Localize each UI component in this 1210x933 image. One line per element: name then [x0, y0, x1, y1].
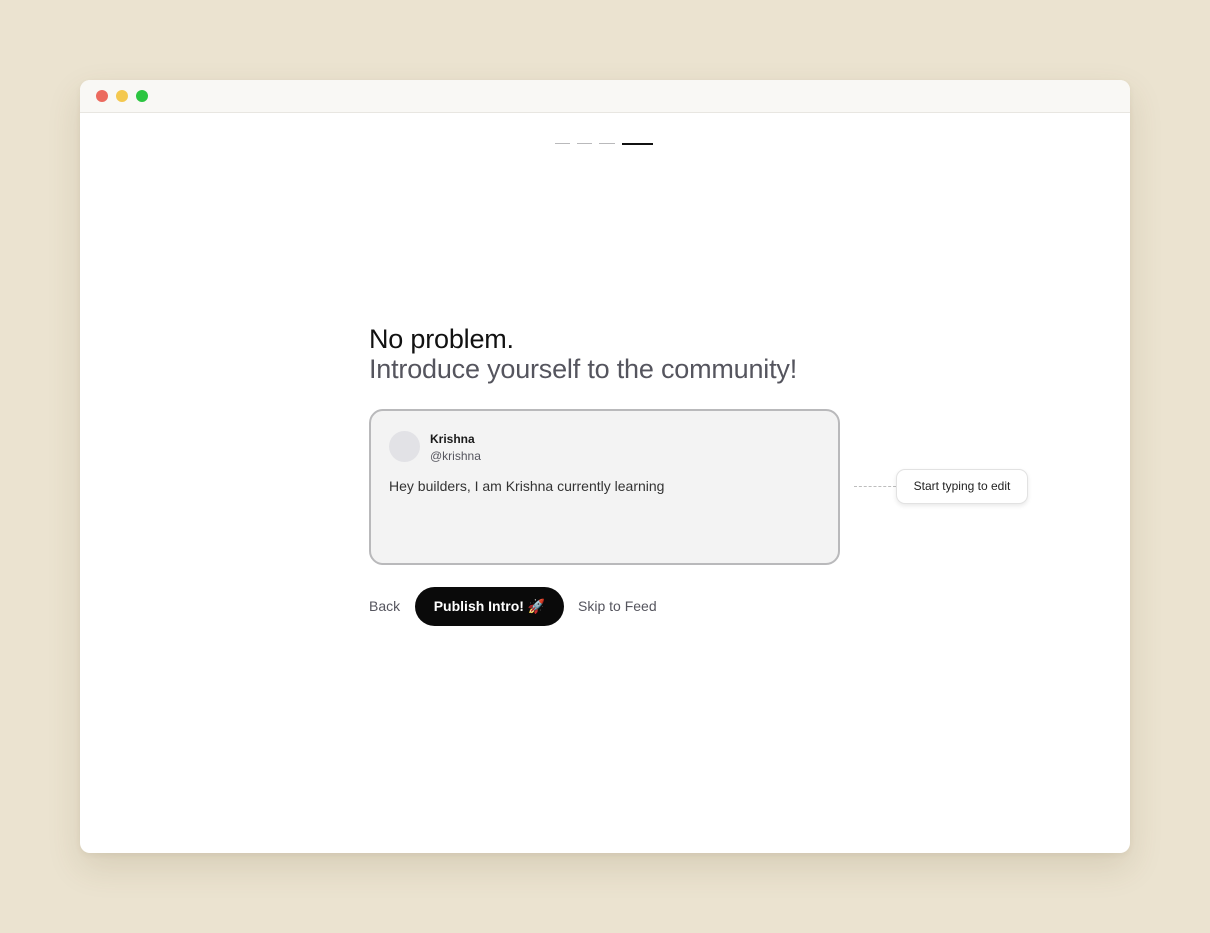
user-name: Krishna — [430, 432, 475, 446]
progress-step-3 — [599, 143, 615, 144]
back-button[interactable]: Back — [369, 598, 400, 614]
skip-to-feed-button[interactable]: Skip to Feed — [578, 598, 657, 614]
page-subtitle: Introduce yourself to the community! — [369, 354, 798, 384]
intro-text-input[interactable]: Hey builders, I am Krishna currently lea… — [389, 478, 664, 494]
window-titlebar — [80, 80, 1130, 113]
page-title: No problem. — [369, 324, 514, 354]
hint-connector-line — [854, 486, 896, 487]
window-maximize-button[interactable] — [136, 90, 148, 102]
progress-step-1 — [555, 143, 570, 144]
window-minimize-button[interactable] — [116, 90, 128, 102]
typing-hint-tooltip: Start typing to edit — [896, 469, 1028, 504]
avatar — [389, 431, 420, 462]
window-close-button[interactable] — [96, 90, 108, 102]
publish-intro-button[interactable]: Publish Intro! 🚀 — [415, 587, 564, 626]
intro-post-editor[interactable]: Krishna @krishna Hey builders, I am Kris… — [369, 409, 840, 565]
progress-step-4 — [622, 143, 653, 145]
progress-step-2 — [577, 143, 592, 144]
user-handle: @krishna — [430, 449, 481, 463]
app-window: No problem. Introduce yourself to the co… — [80, 80, 1130, 853]
desktop-background: No problem. Introduce yourself to the co… — [0, 0, 1210, 933]
